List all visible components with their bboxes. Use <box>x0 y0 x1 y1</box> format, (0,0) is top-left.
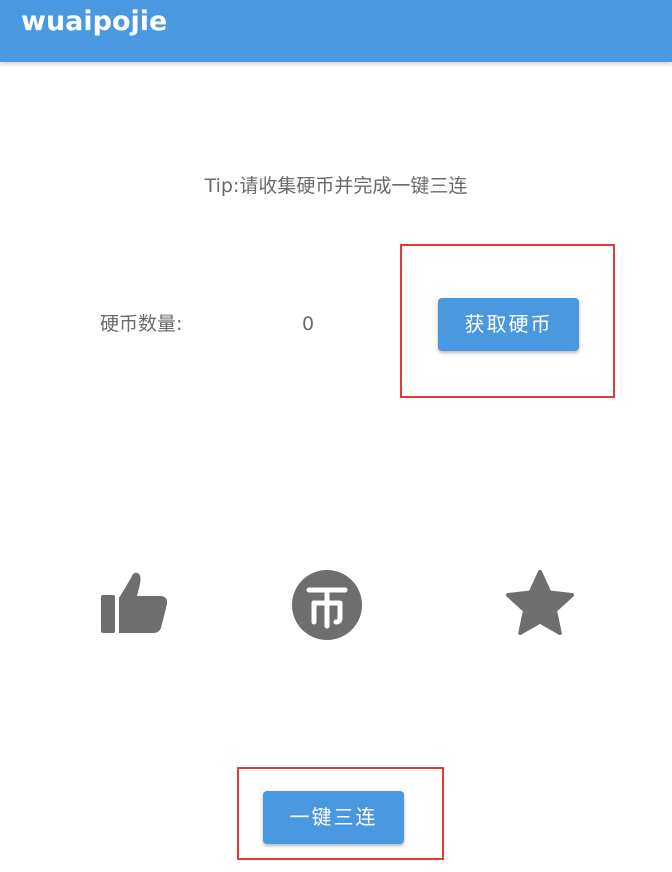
app-title: wuaipojie <box>21 6 168 37</box>
thumbs-up-icon[interactable] <box>98 568 170 638</box>
coin-icon[interactable] <box>291 570 363 640</box>
tip-text: Tip:请收集硬币并完成一键三连 <box>204 175 468 197</box>
get-coin-button[interactable]: 获取硬币 <box>438 298 579 351</box>
star-icon[interactable] <box>504 568 576 638</box>
triple-action-button[interactable]: 一键三连 <box>263 791 404 844</box>
app-screen: wuaipojie Tip:请收集硬币并完成一键三连 硬币数量: 0 获取硬币 … <box>0 0 672 872</box>
coin-count-value: 0 <box>301 313 315 335</box>
coin-count-label: 硬币数量: <box>100 313 183 335</box>
app-bar: wuaipojie <box>0 0 672 62</box>
